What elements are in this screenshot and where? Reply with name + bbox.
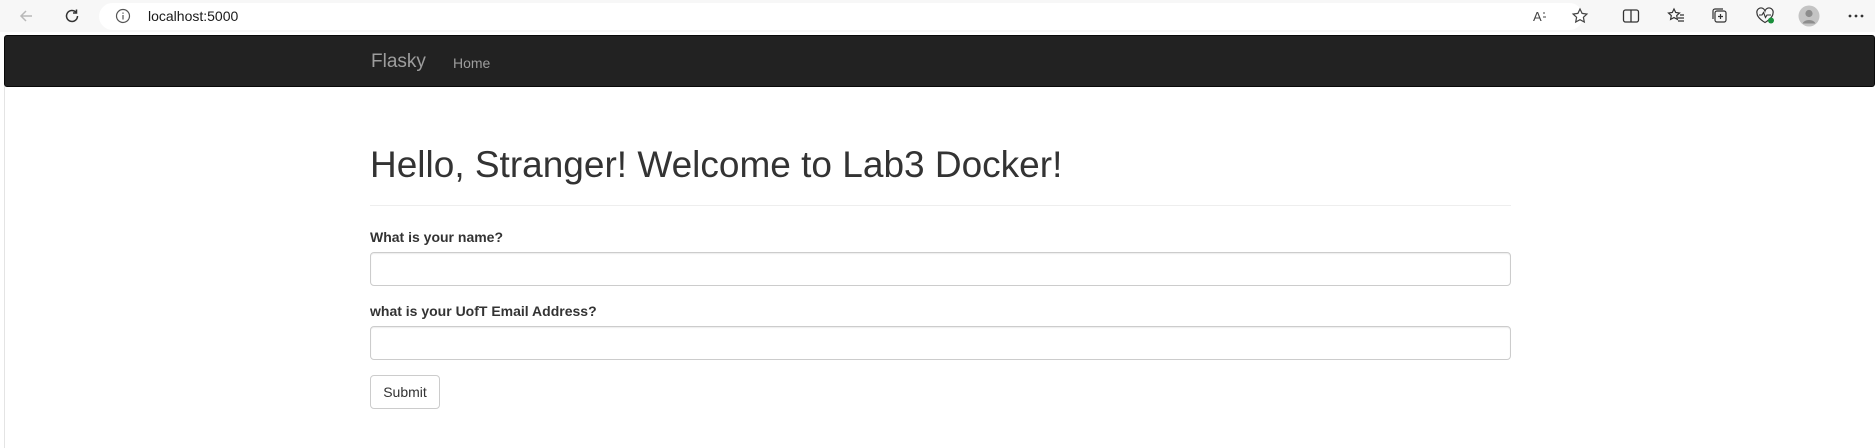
title-divider [370,205,1511,206]
address-bar[interactable] [99,3,1583,30]
favorites-icon[interactable] [1664,5,1688,27]
page-title: Hello, Stranger! Welcome to Lab3 Docker! [370,144,1063,185]
submit-button[interactable]: Submit [370,375,440,409]
browser-essentials-icon[interactable] [1753,5,1777,27]
site-info-icon[interactable] [115,8,131,29]
name-input[interactable] [370,252,1511,286]
page-divider [4,86,5,448]
refresh-icon [65,9,79,23]
nav-link-home[interactable]: Home [453,55,490,71]
favorite-star-icon[interactable] [1568,5,1592,27]
name-label: What is your name? [370,229,504,245]
refresh-button[interactable] [58,4,86,28]
back-icon [19,10,32,22]
collections-icon[interactable] [1708,5,1732,27]
browser-toolbar: localhost:5000 A [0,0,1875,32]
svg-text:A: A [1533,9,1542,24]
url-text[interactable]: localhost:5000 [148,8,238,24]
email-input[interactable] [370,326,1511,360]
split-screen-icon[interactable] [1619,5,1643,27]
read-aloud-icon[interactable]: A [1529,5,1553,27]
profile-avatar-icon[interactable] [1797,5,1821,27]
more-menu-icon[interactable] [1844,5,1868,27]
back-button[interactable] [12,4,40,28]
navbar: Flasky Home [4,35,1875,87]
navbar-brand[interactable]: Flasky [371,51,426,73]
email-label: what is your UofT Email Address? [370,303,597,319]
page-viewport: Flasky Home Hello, Stranger! Welcome to … [0,32,1875,448]
